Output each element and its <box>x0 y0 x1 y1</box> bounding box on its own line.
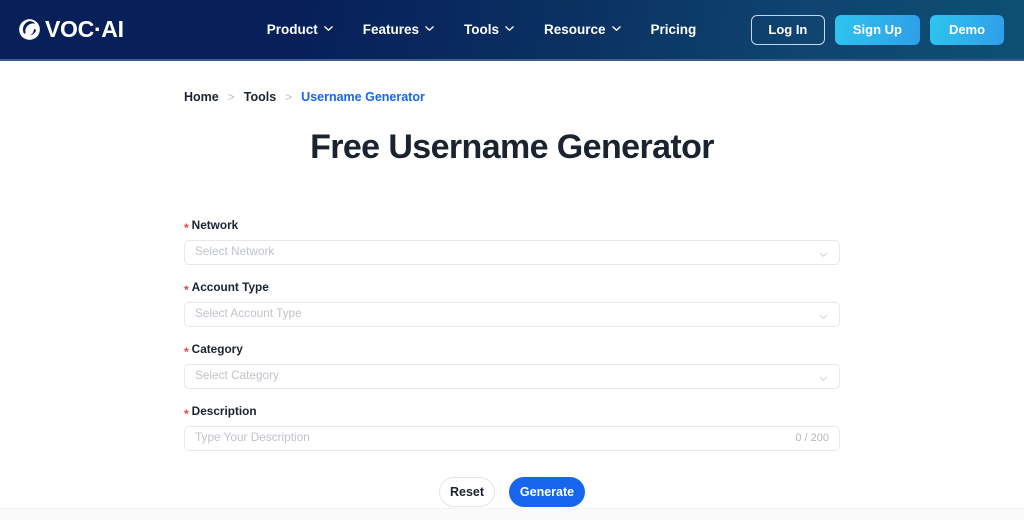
breadcrumb-item-tools[interactable]: Tools <box>244 91 276 104</box>
network-select[interactable]: Select Network <box>184 239 840 265</box>
signup-button[interactable]: Sign Up <box>834 14 920 45</box>
required-marker: * <box>184 344 189 359</box>
page-body: Home > Tools > Username Generator Free U… <box>0 61 1024 520</box>
brand-name: VOC·AI <box>45 16 124 42</box>
required-marker: * <box>184 406 189 421</box>
site-header: VOC·AI Product Features Tools Resource P… <box>0 0 1024 61</box>
nav-item-resource[interactable]: Resource <box>544 22 621 37</box>
field-label-account-type: * Account Type <box>184 279 840 297</box>
chevron-down-icon <box>818 309 829 320</box>
chevron-down-icon <box>611 24 621 33</box>
nav-item-pricing[interactable]: Pricing <box>651 22 697 37</box>
field-category: * Category Select Category <box>184 341 840 389</box>
network-select-placeholder: Select Network <box>195 244 275 259</box>
nav-item-label: Pricing <box>650 22 697 37</box>
nav-item-label: Features <box>362 22 419 37</box>
label-text: Account Type <box>191 279 269 294</box>
nav-item-features[interactable]: Features <box>363 22 434 37</box>
form-actions: Reset Generate <box>184 476 840 507</box>
username-generator-form: * Network Select Network * Account Type <box>184 217 840 507</box>
header-actions: Log In Sign Up Demo <box>750 14 1004 45</box>
main-navigation: Product Features Tools Resource Pricing <box>267 22 697 37</box>
footer-band <box>0 508 1024 520</box>
chevron-down-icon <box>818 371 829 382</box>
breadcrumb-item-current: Username Generator <box>301 90 425 104</box>
chevron-down-icon <box>818 247 829 258</box>
generate-button[interactable]: Generate <box>509 476 585 507</box>
field-label-network: * Network <box>184 217 840 235</box>
nav-item-label: Product <box>266 22 318 37</box>
brand-logo[interactable]: VOC·AI <box>18 18 124 41</box>
field-description: * Description Type Your Description 0 / … <box>184 403 840 451</box>
required-marker: * <box>184 282 189 297</box>
account-type-select-placeholder: Select Account Type <box>195 306 302 321</box>
login-button[interactable]: Log In <box>750 14 825 45</box>
chevron-down-icon <box>425 24 434 33</box>
label-text: Description <box>191 403 257 418</box>
label-text: Category <box>191 341 243 356</box>
voc-ai-swoosh-logo-icon <box>18 18 41 41</box>
account-type-select[interactable]: Select Account Type <box>184 301 840 327</box>
demo-button[interactable]: Demo <box>930 14 1004 45</box>
category-select[interactable]: Select Category <box>184 363 840 389</box>
breadcrumb-separator-icon: > <box>285 90 293 105</box>
description-input[interactable]: Type Your Description 0 / 200 <box>184 425 840 451</box>
chevron-down-icon <box>505 24 514 33</box>
page-title: Free Username Generator <box>310 127 714 166</box>
breadcrumb-separator-icon: > <box>227 90 235 105</box>
breadcrumb: Home > Tools > Username Generator <box>184 91 840 104</box>
field-label-description: * Description <box>184 403 840 421</box>
reset-button[interactable]: Reset <box>439 476 495 507</box>
description-character-counter: 0 / 200 <box>795 431 829 444</box>
nav-item-tools[interactable]: Tools <box>464 22 514 37</box>
content-container: Home > Tools > Username Generator Free U… <box>184 61 840 507</box>
chevron-down-icon <box>323 24 333 33</box>
nav-item-label: Resource <box>544 22 606 37</box>
description-input-placeholder: Type Your Description <box>195 430 310 445</box>
category-select-placeholder: Select Category <box>195 368 279 383</box>
required-marker: * <box>184 220 189 235</box>
field-network: * Network Select Network <box>184 217 840 265</box>
breadcrumb-item-home[interactable]: Home <box>184 91 219 104</box>
label-text: Network <box>191 217 239 232</box>
field-account-type: * Account Type Select Account Type <box>184 279 840 327</box>
field-label-category: * Category <box>184 341 840 359</box>
nav-item-label: Tools <box>464 22 499 37</box>
nav-item-product[interactable]: Product <box>267 22 333 37</box>
